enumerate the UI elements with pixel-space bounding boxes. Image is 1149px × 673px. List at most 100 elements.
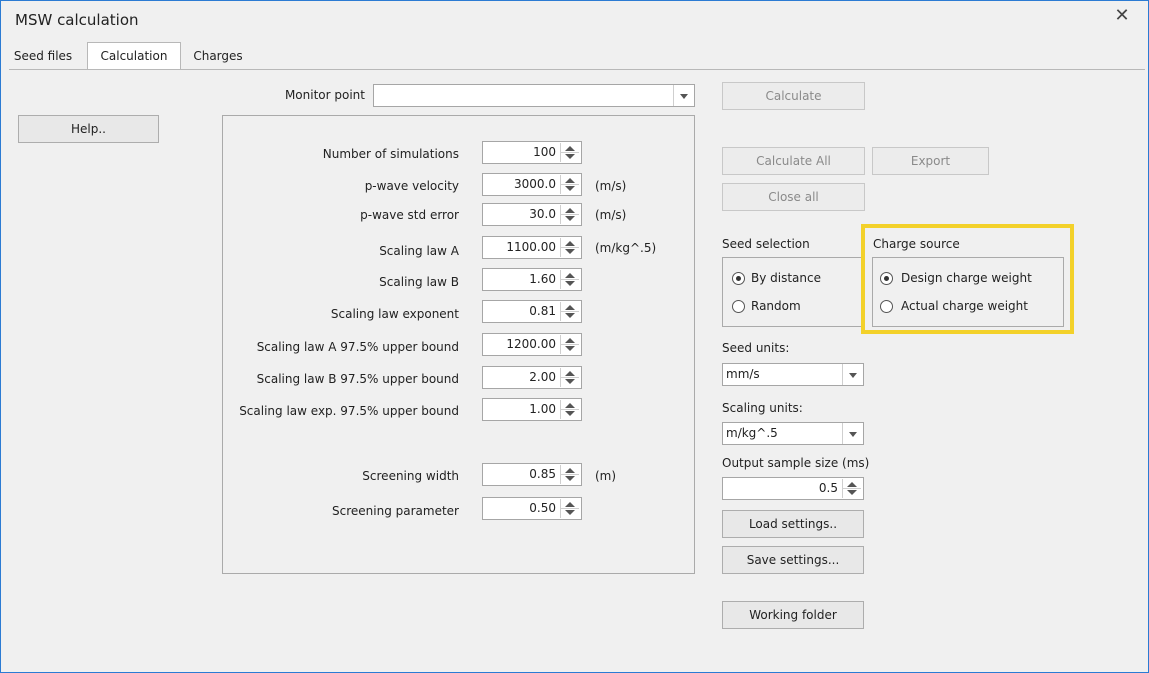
p-wave-velocity-stepper[interactable]: 3000.0 (482, 173, 582, 196)
seed-units-value: mm/s (726, 367, 760, 381)
tab-calculation[interactable]: Calculation (87, 42, 181, 70)
stepper-arrows[interactable] (560, 400, 579, 419)
unit-label: (m/s) (595, 179, 627, 193)
scaling-units-value: m/kg^.5 (726, 426, 778, 440)
scaling-law-exponent-stepper[interactable]: 0.81 (482, 300, 582, 323)
load-settings-button[interactable]: Load settings.. (722, 510, 864, 538)
param-label: Scaling law exponent (330, 307, 459, 321)
monitor-point-label: Monitor point (284, 88, 365, 102)
working-folder-button[interactable]: Working folder (722, 601, 864, 629)
save-settings-button[interactable]: Save settings... (722, 546, 864, 574)
tab-seed-files[interactable]: Seed files (9, 43, 77, 69)
arrow-down-icon[interactable] (565, 281, 575, 286)
arrow-up-icon[interactable] (847, 482, 857, 487)
arrow-up-icon[interactable] (565, 305, 575, 310)
arrow-up-icon[interactable] (565, 178, 575, 183)
calculate-button[interactable]: Calculate (722, 82, 865, 110)
scaling-units-label: Scaling units: (722, 401, 803, 415)
number-of-simulations-stepper[interactable]: 100 (482, 141, 582, 164)
chevron-down-icon[interactable] (673, 85, 694, 106)
param-label: p-wave std error (360, 208, 459, 222)
output-sample-size-label: Output sample size (ms) (722, 456, 870, 470)
stepper-arrows[interactable] (560, 368, 579, 387)
stepper-arrows[interactable] (560, 270, 579, 289)
unit-label: (m/s) (595, 208, 627, 222)
stepper-arrows[interactable] (560, 205, 579, 224)
stepper-arrows[interactable] (560, 302, 579, 321)
param-label: Number of simulations (322, 147, 459, 161)
monitor-point-select[interactable] (373, 84, 695, 107)
arrow-down-icon[interactable] (565, 154, 575, 159)
stepper-arrows[interactable] (560, 465, 579, 484)
stepper-value: 1.60 (529, 272, 556, 286)
arrow-down-icon[interactable] (565, 313, 575, 318)
arrow-up-icon[interactable] (565, 371, 575, 376)
param-label: Scaling law A 97.5% upper bound (256, 340, 459, 354)
help-button[interactable]: Help.. (18, 115, 159, 143)
stepper-value: 2.00 (529, 370, 556, 384)
tab-divider (9, 69, 1145, 70)
arrow-down-icon[interactable] (565, 346, 575, 351)
arrow-up-icon[interactable] (565, 208, 575, 213)
unit-label: (m/kg^.5) (595, 241, 657, 255)
radio-random[interactable] (732, 300, 745, 313)
arrow-down-icon[interactable] (565, 216, 575, 221)
stepper-value: 100 (533, 145, 556, 159)
stepper-value: 1200.00 (506, 337, 556, 351)
arrow-down-icon[interactable] (565, 411, 575, 416)
stepper-arrows[interactable] (560, 143, 579, 162)
param-label: Scaling law B (379, 275, 459, 289)
scaling-units-select[interactable]: m/kg^.5 (722, 422, 864, 445)
highlight-box (861, 224, 1074, 334)
radio-label[interactable]: By distance (751, 271, 821, 285)
stepper-arrows[interactable] (560, 238, 579, 257)
chevron-down-icon[interactable] (842, 423, 863, 444)
seed-units-select[interactable]: mm/s (722, 363, 864, 386)
scaling-law-a-stepper[interactable]: 1100.00 (482, 236, 582, 259)
scaling-law-exp-upper-bound-stepper[interactable]: 1.00 (482, 398, 582, 421)
scaling-law-b-stepper[interactable]: 1.60 (482, 268, 582, 291)
seed-selection-group (722, 257, 865, 327)
scaling-law-b-upper-bound-stepper[interactable]: 2.00 (482, 366, 582, 389)
screening-parameter-stepper[interactable]: 0.50 (482, 497, 582, 520)
arrow-down-icon[interactable] (565, 379, 575, 384)
tab-charges[interactable]: Charges (185, 43, 251, 69)
arrow-up-icon[interactable] (565, 403, 575, 408)
seed-selection-label: Seed selection (722, 237, 810, 251)
stepper-arrows[interactable] (560, 175, 579, 194)
calculate-all-button[interactable]: Calculate All (722, 147, 865, 175)
seed-units-label: Seed units: (722, 341, 790, 355)
arrow-up-icon[interactable] (565, 338, 575, 343)
radio-by-distance[interactable] (732, 272, 745, 285)
arrow-up-icon[interactable] (565, 273, 575, 278)
arrow-up-icon[interactable] (565, 146, 575, 151)
screening-width-stepper[interactable]: 0.85 (482, 463, 582, 486)
p-wave-std-error-stepper[interactable]: 30.0 (482, 203, 582, 226)
arrow-down-icon[interactable] (847, 490, 857, 495)
scaling-law-a-upper-bound-stepper[interactable]: 1200.00 (482, 333, 582, 356)
stepper-arrows[interactable] (842, 479, 861, 498)
arrow-up-icon[interactable] (565, 502, 575, 507)
stepper-value: 1.00 (529, 402, 556, 416)
arrow-up-icon[interactable] (565, 241, 575, 246)
radio-label[interactable]: Random (751, 299, 801, 313)
arrow-down-icon[interactable] (565, 476, 575, 481)
arrow-up-icon[interactable] (565, 468, 575, 473)
arrow-down-icon[interactable] (565, 249, 575, 254)
msw-calculation-window: MSW calculation ✕ Seed files Calculation… (0, 0, 1149, 673)
stepper-value: 0.5 (818, 481, 838, 495)
stepper-value: 0.85 (529, 467, 556, 481)
param-label: Scaling law B 97.5% upper bound (256, 372, 459, 386)
stepper-arrows[interactable] (560, 499, 579, 518)
stepper-arrows[interactable] (560, 335, 579, 354)
stepper-value: 3000.0 (514, 177, 556, 191)
export-button[interactable]: Export (872, 147, 989, 175)
stepper-value: 1100.00 (506, 240, 556, 254)
close-all-button[interactable]: Close all (722, 183, 865, 211)
arrow-down-icon[interactable] (565, 186, 575, 191)
arrow-down-icon[interactable] (565, 510, 575, 515)
output-sample-size-stepper[interactable]: 0.5 (722, 477, 864, 500)
chevron-down-icon[interactable] (842, 364, 863, 385)
param-label: Scaling law A (379, 244, 459, 258)
close-icon[interactable]: ✕ (1114, 7, 1130, 25)
